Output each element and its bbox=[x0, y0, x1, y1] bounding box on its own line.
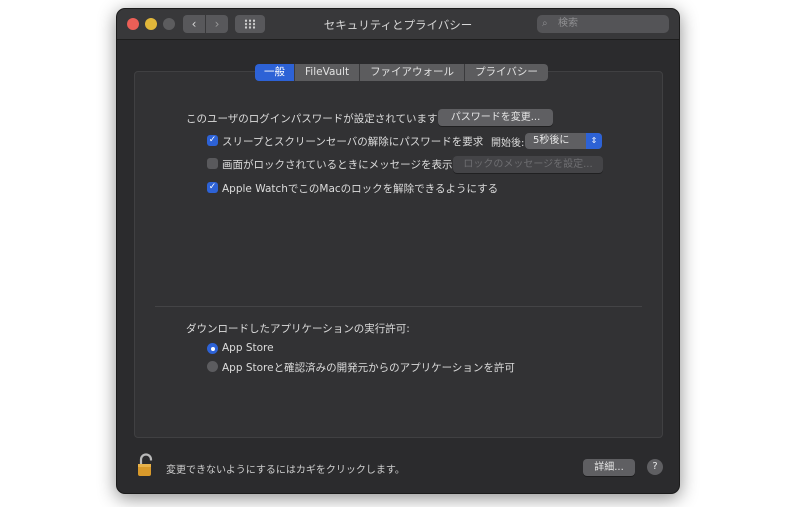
password-delay-value: 5秒後に bbox=[533, 135, 570, 146]
lock-icon[interactable] bbox=[137, 453, 155, 477]
tab-filevault[interactable]: FileVault bbox=[295, 64, 361, 81]
change-password-button[interactable]: パスワードを変更... bbox=[438, 109, 553, 126]
section-divider bbox=[155, 306, 642, 307]
delay-label: 開始後: bbox=[491, 138, 525, 149]
radio-app-store-identified[interactable] bbox=[207, 361, 218, 372]
set-lock-message-button[interactable]: ロックのメッセージを設定... bbox=[453, 156, 603, 173]
preferences-window: ‹ › セキュリティとプライバシー ⌕ 検索 このユーザのログインパスワードが設… bbox=[116, 8, 680, 494]
title-bar: ‹ › セキュリティとプライバシー ⌕ 検索 bbox=[117, 9, 679, 40]
radio-app-store-identified-label: App Storeと確認済みの開発元からのアプリケーションを許可 bbox=[222, 362, 515, 374]
apple-watch-label: Apple WatchでこのMacのロックを解除できるようにする bbox=[222, 183, 499, 195]
password-status-text: このユーザのログインパスワードが設定されています bbox=[186, 113, 438, 125]
radio-app-store-label: App Store bbox=[222, 342, 274, 354]
search-field[interactable]: ⌕ 検索 bbox=[537, 15, 669, 33]
tab-content-panel: このユーザのログインパスワードが設定されています パスワードを変更... ✓ ス… bbox=[134, 71, 663, 438]
tab-firewall[interactable]: ファイアウォール bbox=[360, 64, 466, 81]
require-password-label: スリープとスクリーンセーバの解除にパスワードを要求 bbox=[222, 136, 484, 148]
search-icon: ⌕ bbox=[542, 18, 548, 29]
tab-privacy[interactable]: プライバシー bbox=[465, 64, 548, 81]
advanced-button[interactable]: 詳細... bbox=[583, 459, 635, 476]
lock-hint-text: 変更できないようにするにはカギをクリックします。 bbox=[166, 465, 405, 476]
downloads-heading: ダウンロードしたアプリケーションの実行許可: bbox=[186, 323, 410, 335]
password-delay-popup[interactable]: 5秒後に ⇕ bbox=[525, 133, 602, 149]
tab-bar: 一般 FileVault ファイアウォール プライバシー bbox=[255, 64, 548, 81]
apple-watch-checkbox[interactable]: ✓ bbox=[207, 182, 218, 193]
lock-message-checkbox[interactable] bbox=[207, 158, 218, 169]
tab-general[interactable]: 一般 bbox=[255, 64, 295, 81]
lock-message-label: 画面がロックされているときにメッセージを表示 bbox=[222, 159, 453, 171]
updown-arrow-icon: ⇕ bbox=[586, 133, 602, 149]
radio-app-store[interactable] bbox=[207, 343, 218, 354]
search-placeholder: 検索 bbox=[558, 18, 578, 29]
help-button[interactable]: ? bbox=[647, 459, 663, 475]
require-password-checkbox[interactable]: ✓ bbox=[207, 135, 218, 146]
help-icon: ? bbox=[652, 461, 658, 472]
